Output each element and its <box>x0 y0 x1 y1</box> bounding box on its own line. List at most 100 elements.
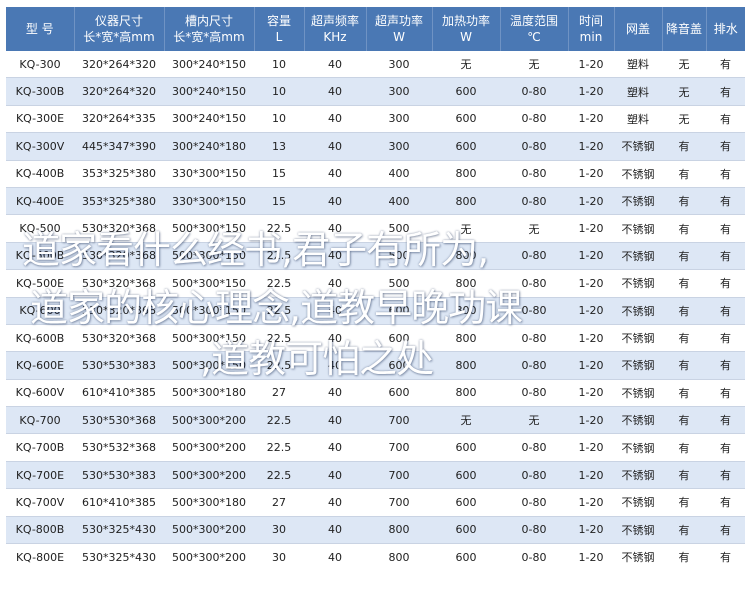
table-cell: 500*300*200 <box>164 543 254 571</box>
table-cell: 0-80 <box>500 379 568 408</box>
table-cell: 700 <box>366 461 432 490</box>
table-cell: 800 <box>432 242 500 271</box>
table-cell: 有 <box>662 516 706 545</box>
table-cell: 0-80 <box>500 160 568 188</box>
header-row: 型 号仪器尺寸 长*宽*高mm 槽内尺寸 长*宽*高mm 容量 L 超声频率 KHz 超声功率 W… <box>6 7 745 51</box>
table-cell: 500*300*150 <box>164 297 254 325</box>
table-cell: 15 <box>254 187 304 216</box>
table-cell: 不锈钢 <box>614 543 662 571</box>
table-row: KQ-300V 445*347*390 300*240*180 13 40 300 600 0… <box>6 132 745 161</box>
model-cell: KQ-600B <box>6 324 74 353</box>
table-cell: 500*300*150 <box>164 242 254 271</box>
column-header-unit: ℃ <box>527 30 541 44</box>
table-cell: 10 <box>254 105 304 134</box>
model-cell: KQ-700B <box>6 433 74 462</box>
model-cell: KQ-800E <box>6 543 74 571</box>
table-cell: 有 <box>706 406 745 435</box>
table-cell: 无 <box>432 214 500 243</box>
table-cell: 530*530*383 <box>74 351 164 380</box>
table-cell: 400 <box>366 187 432 216</box>
table-cell: 500*300*150 <box>164 269 254 298</box>
table-cell: 700 <box>366 488 432 517</box>
table-cell: 1-20 <box>568 351 614 380</box>
table-cell: 800 <box>432 187 500 216</box>
table-cell: 40 <box>304 543 366 571</box>
table-cell: 40 <box>304 324 366 353</box>
column-header-title: 时间 <box>578 14 603 28</box>
table-cell: 不锈钢 <box>614 516 662 545</box>
table-cell: 有 <box>706 214 745 243</box>
table-cell: 330*300*150 <box>164 160 254 188</box>
table-cell: 不锈钢 <box>614 406 662 435</box>
column-header: 超声功率 W <box>366 7 433 51</box>
table-cell: 530*532*368 <box>74 433 164 462</box>
table-cell: 500*300*180 <box>164 379 254 408</box>
table-cell: 塑料 <box>614 105 662 134</box>
table-cell: 1-20 <box>568 461 614 490</box>
table-cell: 40 <box>304 242 366 271</box>
table-cell: 有 <box>662 488 706 517</box>
table-cell: 1-20 <box>568 77 614 106</box>
table-cell: 有 <box>662 324 706 353</box>
column-header-title: 网盖 <box>625 22 650 36</box>
table-cell: 300 <box>366 105 432 134</box>
table-cell: 有 <box>706 297 745 325</box>
table-cell: 500 <box>366 214 432 243</box>
table-cell: 800 <box>432 324 500 353</box>
table-cell: 1-20 <box>568 406 614 435</box>
table-cell: 40 <box>304 132 366 161</box>
table-cell: 0-80 <box>500 297 568 325</box>
table-row: KQ-600V 610*410*385 500*300*180 27 40 600 800 0… <box>6 379 745 408</box>
table-cell: 353*325*380 <box>74 160 164 188</box>
table-cell: 1-20 <box>568 379 614 408</box>
table-cell: 无 <box>500 406 568 435</box>
column-header: 排水 <box>706 7 745 51</box>
table-cell: 不锈钢 <box>614 433 662 462</box>
model-cell: KQ-500B <box>6 242 74 271</box>
column-header: 时间 min <box>568 7 615 51</box>
table-cell: 40 <box>304 433 366 462</box>
table-cell: 40 <box>304 187 366 216</box>
table-cell: 0-80 <box>500 77 568 106</box>
column-header: 加热功率 W <box>432 7 501 51</box>
table-cell: 0-80 <box>500 543 568 571</box>
model-cell: KQ-800B <box>6 516 74 545</box>
table-row: KQ-700V 610*410*385 500*300*180 27 40 700 600 0… <box>6 488 745 517</box>
column-header: 降音盖 <box>662 7 707 51</box>
table-row: KQ-500 530*320*368 500*300*150 22.5 40 500 无无 1… <box>6 214 745 243</box>
table-cell: 1-20 <box>568 433 614 462</box>
table-cell: 不锈钢 <box>614 160 662 188</box>
table-cell: 1-20 <box>568 51 614 79</box>
column-header: 容量 L <box>254 7 305 51</box>
table-cell: 530*325*430 <box>74 543 164 571</box>
table-cell: 无 <box>662 77 706 106</box>
table-cell: 700 <box>366 406 432 435</box>
table-cell: 0-80 <box>500 351 568 380</box>
table-cell: 40 <box>304 297 366 325</box>
table-cell: 40 <box>304 516 366 545</box>
table-cell: 22.5 <box>254 351 304 380</box>
table-cell: 有 <box>662 543 706 571</box>
table-cell: 530*530*368 <box>74 406 164 435</box>
table-cell: 22.5 <box>254 242 304 271</box>
table-cell: 800 <box>432 351 500 380</box>
model-cell: KQ-700E <box>6 461 74 490</box>
model-cell: KQ-700V <box>6 488 74 517</box>
table-cell: 有 <box>662 132 706 161</box>
table-body: KQ-300 320*264*320 300*240*150 10 40 300 无无 1-2… <box>6 51 745 571</box>
column-header-unit: W <box>460 30 472 44</box>
column-header: 型 号 <box>6 7 75 51</box>
table-cell: 有 <box>706 160 745 188</box>
table-row: KQ-300E 320*264*335 300*240*150 10 40 300 600 0… <box>6 105 745 134</box>
table-cell: 0-80 <box>500 132 568 161</box>
table-cell: 530*320*368 <box>74 324 164 353</box>
column-header-title: 容量 <box>266 14 291 28</box>
column-header-unit: 长*宽*高mm <box>83 30 155 44</box>
table-cell: 0-80 <box>500 105 568 134</box>
column-header-unit: L <box>275 30 283 44</box>
table-cell: 300 <box>366 132 432 161</box>
table-cell: 610*410*385 <box>74 379 164 408</box>
table-cell: 40 <box>304 379 366 408</box>
table-cell: 800 <box>366 516 432 545</box>
table-cell: 有 <box>706 242 745 271</box>
